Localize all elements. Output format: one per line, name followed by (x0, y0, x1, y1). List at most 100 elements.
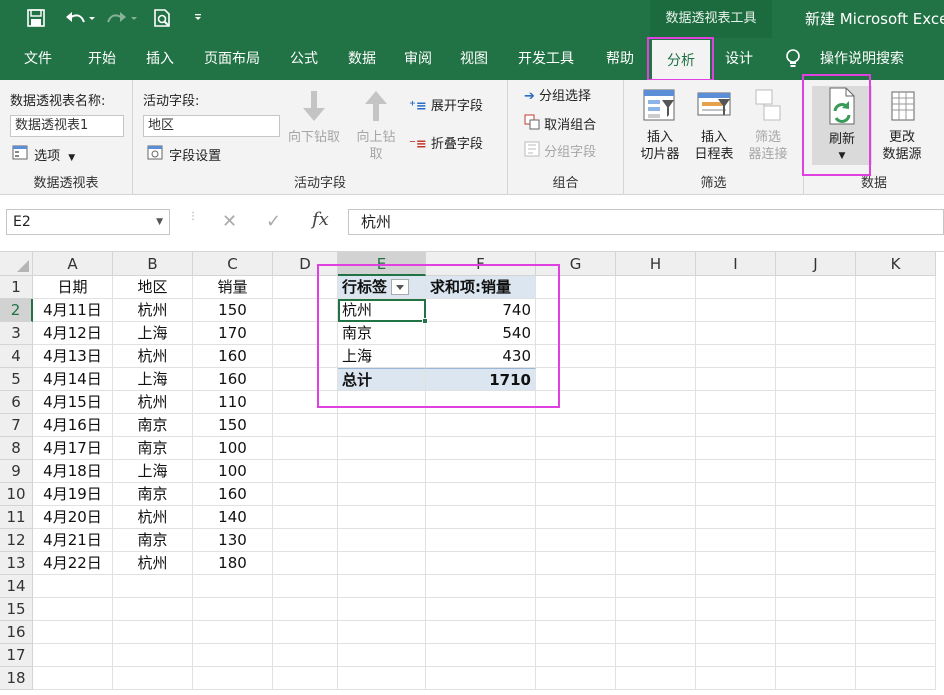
grid-cell[interactable] (338, 667, 426, 690)
grid-cell[interactable] (856, 368, 936, 391)
grid-cell[interactable] (856, 299, 936, 322)
table-cell-date[interactable]: 4月21日 (33, 529, 113, 552)
grid-cell[interactable] (616, 529, 696, 552)
grid-cell[interactable] (616, 322, 696, 345)
grid-cell[interactable] (536, 575, 616, 598)
enter-icon[interactable]: ✓ (266, 211, 281, 232)
grid-cell[interactable] (616, 368, 696, 391)
grid-cell[interactable] (273, 621, 338, 644)
table-cell-sales[interactable]: 160 (193, 345, 273, 368)
tab-data[interactable]: 数据 (336, 38, 388, 80)
tell-me-search[interactable]: 操作说明搜索 (810, 38, 914, 80)
grid-cell[interactable] (273, 506, 338, 529)
column-header-f[interactable]: F (426, 252, 536, 276)
table-cell-date[interactable]: 4月19日 (33, 483, 113, 506)
grid-cell[interactable] (696, 644, 776, 667)
grid-cell[interactable] (273, 322, 338, 345)
grid-cell[interactable] (776, 529, 856, 552)
print-preview-icon[interactable] (152, 8, 174, 30)
insert-function-icon[interactable]: fx (312, 209, 329, 230)
grid-cell[interactable] (273, 483, 338, 506)
grid-cell[interactable] (696, 598, 776, 621)
grid-cell[interactable] (776, 414, 856, 437)
grid-cell[interactable] (273, 667, 338, 690)
grid-cell[interactable] (776, 276, 856, 299)
cancel-icon[interactable]: ✕ (222, 211, 237, 232)
grid-cell[interactable] (856, 414, 936, 437)
lightbulb-icon[interactable] (782, 38, 804, 80)
column-header-c[interactable]: C (193, 252, 273, 276)
filter-connections-button[interactable]: 筛选 器连接 (740, 88, 796, 163)
grid-cell[interactable] (776, 621, 856, 644)
grid-cell[interactable] (776, 437, 856, 460)
row-header-3[interactable]: 3 (0, 322, 33, 345)
grid-cell[interactable] (338, 598, 426, 621)
grid-cell[interactable] (616, 391, 696, 414)
grid-cell[interactable] (696, 621, 776, 644)
grid-cell[interactable] (273, 552, 338, 575)
table-cell-sales[interactable]: 160 (193, 368, 273, 391)
grid-cell[interactable] (536, 460, 616, 483)
tab-formulas[interactable]: 公式 (278, 38, 330, 80)
row-header-10[interactable]: 10 (0, 483, 33, 506)
table-cell-sales[interactable]: 140 (193, 506, 273, 529)
grid-cell[interactable] (426, 644, 536, 667)
grid-cell[interactable] (273, 276, 338, 299)
grid-cell[interactable] (338, 644, 426, 667)
grid-cell[interactable] (856, 345, 936, 368)
table-cell-sales[interactable]: 100 (193, 460, 273, 483)
table-cell-region[interactable]: 南京 (113, 483, 193, 506)
grid-cell[interactable] (426, 391, 536, 414)
grid-cell[interactable] (338, 529, 426, 552)
table-cell-sales[interactable]: 130 (193, 529, 273, 552)
row-header-7[interactable]: 7 (0, 414, 33, 437)
grid-cell[interactable] (193, 667, 273, 690)
grid-cell[interactable] (273, 460, 338, 483)
grid-cell[interactable] (426, 575, 536, 598)
grid-cell[interactable] (856, 667, 936, 690)
grid-cell[interactable] (273, 575, 338, 598)
grid-cell[interactable] (338, 575, 426, 598)
change-data-source-button[interactable]: 更改 数据源 (872, 88, 932, 163)
grid-cell[interactable] (776, 299, 856, 322)
row-header-16[interactable]: 16 (0, 621, 33, 644)
table-cell-region[interactable]: 杭州 (113, 299, 193, 322)
grid-cell[interactable] (856, 322, 936, 345)
grid-cell[interactable] (776, 506, 856, 529)
tab-analyze[interactable]: 分析 (652, 40, 710, 80)
grid-cell[interactable] (696, 299, 776, 322)
table-cell-sales[interactable]: 160 (193, 483, 273, 506)
grid-cell[interactable] (776, 483, 856, 506)
grid-cell[interactable] (696, 345, 776, 368)
table-cell-sales[interactable]: 150 (193, 299, 273, 322)
grid-cell[interactable] (426, 552, 536, 575)
grid-cell[interactable] (696, 437, 776, 460)
pivot-row-value[interactable]: 540 (426, 322, 536, 345)
grid-cell[interactable] (776, 644, 856, 667)
pivot-row-label[interactable]: 南京 (338, 322, 426, 345)
grid-cell[interactable] (536, 276, 616, 299)
pivot-row-value[interactable]: 430 (426, 345, 536, 368)
grid-cell[interactable] (856, 437, 936, 460)
pivot-row-label[interactable]: 杭州 (338, 299, 426, 322)
grid-cell[interactable] (856, 506, 936, 529)
grid-cell[interactable] (426, 667, 536, 690)
table-cell-sales[interactable]: 180 (193, 552, 273, 575)
group-selection-button[interactable]: ➔ 分组选择 (524, 87, 591, 107)
grid-cell[interactable] (776, 345, 856, 368)
row-header-1[interactable]: 1 (0, 276, 33, 299)
table-cell-region[interactable]: 南京 (113, 414, 193, 437)
grid-cell[interactable] (33, 575, 113, 598)
grid-cell[interactable] (696, 368, 776, 391)
pivot-value-header[interactable]: 求和项:销量 (426, 276, 536, 299)
table-cell-date[interactable]: 4月11日 (33, 299, 113, 322)
grid-cell[interactable] (536, 644, 616, 667)
tab-home[interactable]: 开始 (76, 38, 128, 80)
redo-icon[interactable] (104, 8, 140, 30)
customize-qat-icon[interactable] (192, 8, 204, 30)
grid-cell[interactable] (273, 368, 338, 391)
grid-cell[interactable] (856, 575, 936, 598)
save-icon[interactable] (26, 8, 46, 30)
table-cell-date[interactable]: 4月14日 (33, 368, 113, 391)
grid-cell[interactable] (338, 391, 426, 414)
